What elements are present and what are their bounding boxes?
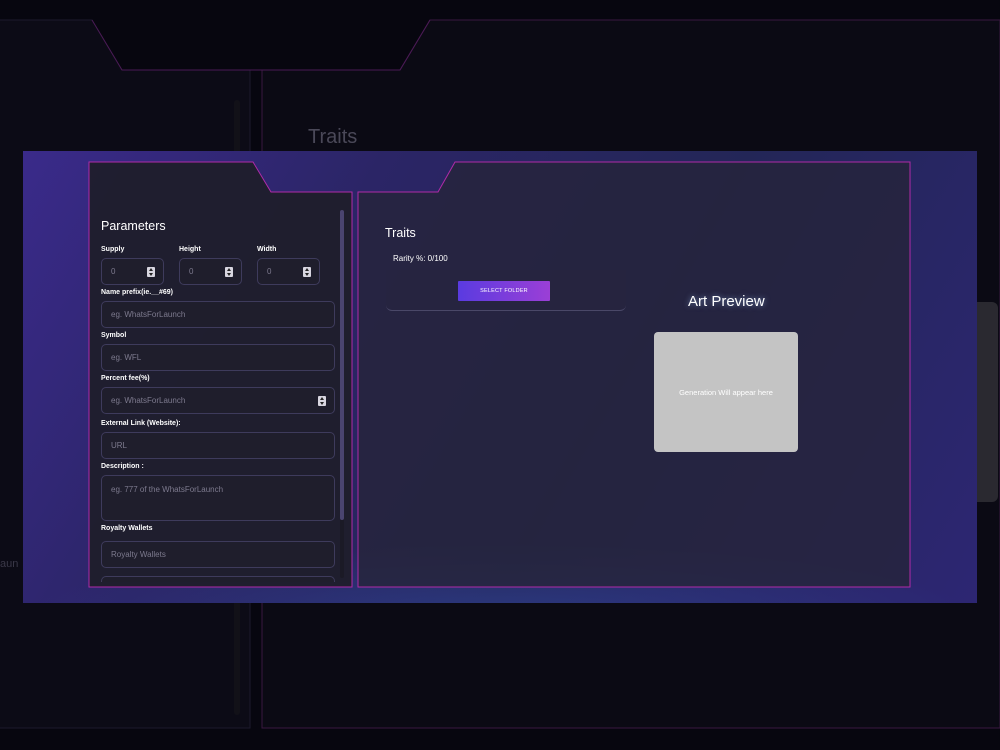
art-preview-box: Generation Will appear here [654, 332, 798, 452]
supply-value: 0 [111, 267, 116, 276]
description-textarea[interactable]: eg. 777 of the WhatsForLaunch [101, 475, 335, 521]
external-link-input[interactable]: URL [101, 432, 335, 459]
select-folder-button[interactable]: SELECT FOLDER [458, 281, 550, 301]
width-stepper-icon[interactable] [303, 266, 311, 277]
height-stepper-icon[interactable] [225, 266, 233, 277]
percent-fee-placeholder: eg. WhatsForLaunch [111, 396, 186, 405]
supply-input[interactable]: 0 [101, 258, 164, 285]
parameters-scrollbar-thumb[interactable] [340, 210, 344, 520]
symbol-input[interactable]: eg. WFL [101, 344, 335, 371]
royalty-wallets-label: Royalty Wallets [101, 525, 153, 532]
supply-stepper-icon[interactable] [147, 266, 155, 277]
percent-fee-input[interactable]: eg. WhatsForLaunch [101, 387, 335, 414]
name-prefix-input[interactable]: eg. WhatsForLaunch [101, 301, 335, 328]
generator-modal [23, 151, 977, 603]
external-link-label: External Link (Website): [101, 420, 181, 427]
name-prefix-placeholder: eg. WhatsForLaunch [111, 310, 186, 319]
rarity-text: Rarity %: 0/100 [393, 254, 448, 263]
percent-fee-label: Percent fee(%) [101, 375, 150, 382]
next-field-peek [101, 576, 335, 582]
external-link-placeholder: URL [111, 441, 128, 450]
background-side-text: aun [0, 558, 19, 570]
art-preview-title: Art Preview [688, 293, 765, 310]
symbol-placeholder: eg. WFL [111, 353, 142, 362]
parameters-scrollbar[interactable] [340, 210, 344, 578]
height-input[interactable]: 0 [179, 258, 242, 285]
height-label: Height [179, 246, 201, 253]
description-placeholder: eg. 777 of the WhatsForLaunch [111, 485, 224, 494]
background-right-tab [976, 302, 998, 502]
description-label: Description : [101, 463, 144, 470]
name-prefix-label: Name prefix(ie.__#69) [101, 289, 173, 296]
royalty-wallets-placeholder: Royalty Wallets [111, 550, 166, 559]
percent-fee-stepper-icon[interactable] [318, 395, 326, 406]
art-preview-placeholder: Generation Will appear here [679, 387, 773, 397]
background-traits-heading: Traits [308, 126, 358, 148]
width-label: Width [257, 246, 277, 253]
width-value: 0 [267, 267, 272, 276]
modal-frames [88, 161, 911, 588]
traits-title: Traits [385, 226, 416, 240]
royalty-wallets-input[interactable]: Royalty Wallets [101, 541, 335, 568]
symbol-label: Symbol [101, 332, 127, 339]
height-value: 0 [189, 267, 194, 276]
parameters-title: Parameters [101, 219, 166, 233]
supply-label: Supply [101, 246, 125, 253]
width-input[interactable]: 0 [257, 258, 320, 285]
